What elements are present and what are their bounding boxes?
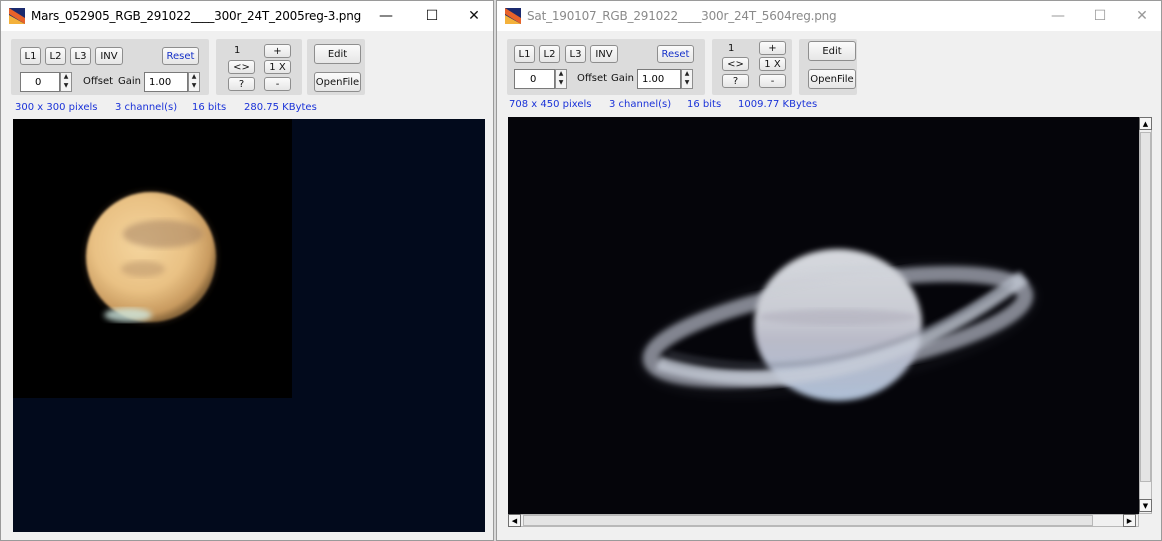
window-title: Sat_190107_RGB_291022____300r_24T_5604re…: [527, 9, 837, 23]
l3-button[interactable]: L3: [565, 45, 586, 63]
invert-button[interactable]: INV: [95, 47, 123, 65]
offset-field[interactable]: 0: [20, 72, 60, 92]
spin-up-icon[interactable]: ▲: [61, 73, 71, 82]
l2-button[interactable]: L2: [45, 47, 66, 65]
zoom-1x-button[interactable]: 1 X: [264, 60, 291, 74]
mars-image: [84, 190, 218, 324]
zoom-out-button[interactable]: -: [759, 74, 786, 88]
image-bit-depth: 16 bits: [192, 102, 227, 113]
title-bar[interactable]: Mars_052905_RGB_291022____300r_24T_2005r…: [1, 1, 493, 31]
image-dimensions: 708 x 450 pixels: [509, 99, 592, 110]
image-channels: 3 channel(s): [609, 99, 672, 110]
app-icon: [505, 8, 521, 24]
spin-up-icon[interactable]: ▲: [682, 70, 692, 79]
maximize-icon[interactable]: ☐: [1077, 1, 1123, 31]
l1-button[interactable]: L1: [20, 47, 41, 65]
edit-button[interactable]: Edit: [314, 44, 361, 64]
close-icon[interactable]: ✕: [1119, 1, 1161, 31]
image-file-size: 1009.77 KBytes: [738, 99, 818, 110]
zoom-in-button[interactable]: +: [759, 41, 786, 55]
gain-label: Gain: [118, 76, 141, 87]
zoom-1x-button[interactable]: 1 X: [759, 57, 786, 71]
offset-field[interactable]: 0: [514, 69, 555, 89]
close-icon[interactable]: ✕: [451, 1, 493, 31]
image-channels: 3 channel(s): [115, 102, 178, 113]
scroll-down-icon[interactable]: ▼: [1139, 499, 1152, 512]
offset-spinner[interactable]: ▲ ▼: [555, 69, 567, 89]
window-title: Mars_052905_RGB_291022____300r_24T_2005r…: [31, 9, 362, 23]
spin-down-icon[interactable]: ▼: [682, 79, 692, 88]
spin-down-icon[interactable]: ▼: [61, 82, 71, 91]
reset-button[interactable]: Reset: [162, 47, 199, 65]
help-button[interactable]: ?: [722, 74, 749, 88]
app-icon: [9, 8, 25, 24]
image-file-size: 280.75 KBytes: [244, 102, 317, 113]
gain-field[interactable]: 1.00: [637, 69, 681, 89]
scroll-left-icon[interactable]: ◀: [508, 514, 521, 527]
offset-label: Offset: [83, 76, 114, 87]
image-area: [13, 119, 292, 398]
maximize-icon[interactable]: ☐: [409, 1, 455, 31]
title-bar[interactable]: Sat_190107_RGB_291022____300r_24T_5604re…: [497, 1, 1161, 31]
minimize-icon[interactable]: —: [1035, 1, 1081, 31]
zoom-out-button[interactable]: -: [264, 77, 291, 91]
spin-down-icon[interactable]: ▼: [556, 79, 566, 88]
saturn-image-window: Sat_190107_RGB_291022____300r_24T_5604re…: [496, 0, 1162, 541]
spin-up-icon[interactable]: ▲: [556, 70, 566, 79]
spin-down-icon[interactable]: ▼: [189, 82, 199, 91]
zoom-in-button[interactable]: +: [264, 44, 291, 58]
image-canvas[interactable]: [13, 119, 485, 532]
spin-up-icon[interactable]: ▲: [189, 73, 199, 82]
openfile-button[interactable]: OpenFile: [808, 69, 856, 89]
image-dimensions: 300 x 300 pixels: [15, 102, 98, 113]
l1-button[interactable]: L1: [514, 45, 535, 63]
offset-label: Offset: [577, 73, 608, 84]
offset-spinner[interactable]: ▲ ▼: [60, 72, 72, 92]
vertical-scroll-thumb[interactable]: [1140, 132, 1151, 482]
image-bit-depth: 16 bits: [687, 99, 722, 110]
reset-button[interactable]: Reset: [657, 45, 694, 63]
horizontal-scroll-thumb[interactable]: [523, 515, 1093, 526]
swap-button[interactable]: <>: [722, 57, 749, 71]
scroll-right-icon[interactable]: ▶: [1123, 514, 1136, 527]
zoom-factor-label: 1: [728, 43, 735, 54]
saturn-image: [639, 249, 1037, 401]
gain-label: Gain: [611, 73, 634, 84]
minimize-icon[interactable]: —: [363, 1, 409, 31]
l2-button[interactable]: L2: [539, 45, 560, 63]
help-button[interactable]: ?: [228, 77, 255, 91]
image-canvas[interactable]: [508, 117, 1139, 514]
invert-button[interactable]: INV: [590, 45, 618, 63]
gain-spinner[interactable]: ▲ ▼: [681, 69, 693, 89]
swap-button[interactable]: <>: [228, 60, 255, 74]
gain-field[interactable]: 1.00: [144, 72, 188, 92]
zoom-factor-label: 1: [234, 45, 241, 56]
l3-button[interactable]: L3: [70, 47, 91, 65]
edit-button[interactable]: Edit: [808, 41, 856, 61]
mars-image-window: Mars_052905_RGB_291022____300r_24T_2005r…: [0, 0, 494, 541]
openfile-button[interactable]: OpenFile: [314, 72, 361, 92]
gain-spinner[interactable]: ▲ ▼: [188, 72, 200, 92]
scroll-up-icon[interactable]: ▲: [1139, 117, 1152, 130]
